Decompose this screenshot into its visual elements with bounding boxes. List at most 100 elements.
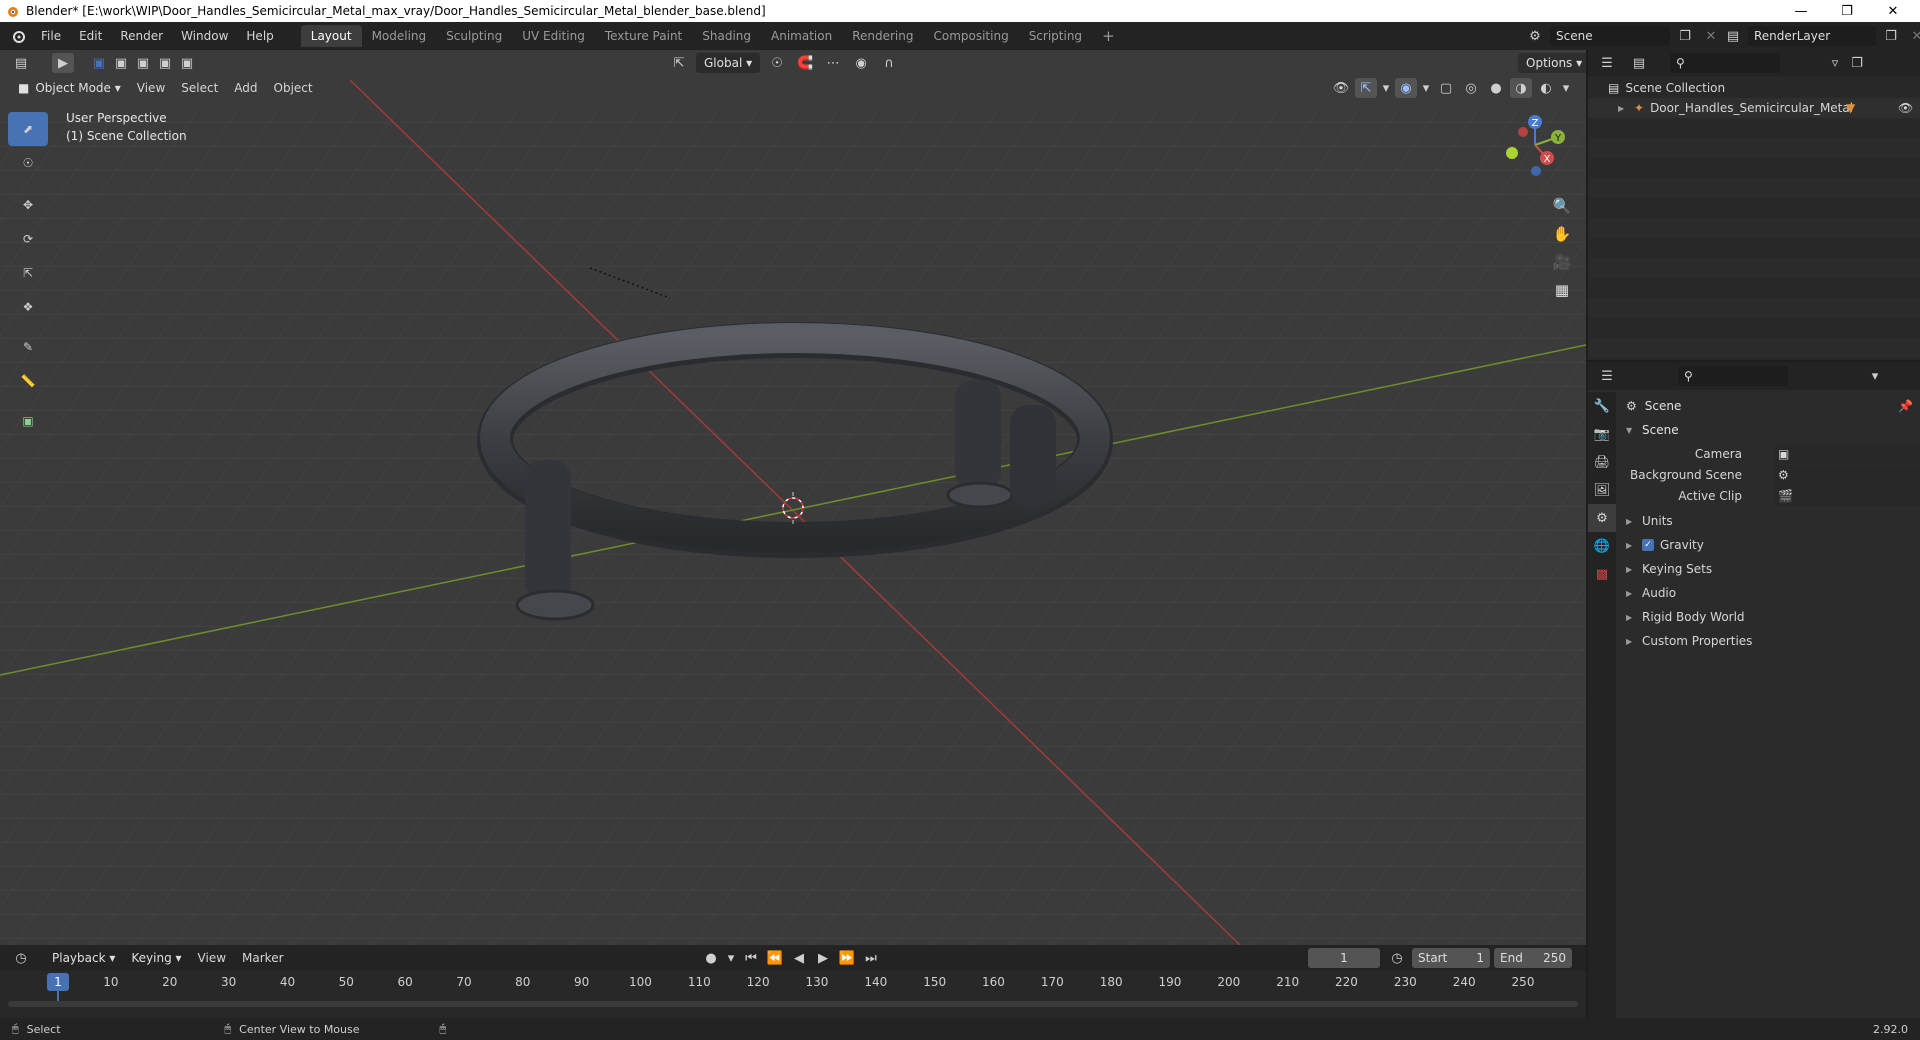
snap-icon[interactable]: 🧲 bbox=[794, 53, 816, 73]
menu-help[interactable]: Help bbox=[237, 29, 282, 43]
rigid-body-world-panel[interactable]: ▶ Rigid Body World bbox=[1616, 605, 1920, 629]
tab-modeling[interactable]: Modeling bbox=[362, 25, 437, 47]
gizmo-toggle-icon[interactable]: ⇱ bbox=[1355, 78, 1377, 98]
keying-menu[interactable]: Keying ▾ bbox=[123, 948, 189, 968]
menu-render[interactable]: Render bbox=[111, 29, 172, 43]
world-tab-icon[interactable]: 🌐 bbox=[1588, 532, 1616, 560]
timeline-editor-type-icon[interactable]: ◷ bbox=[10, 948, 32, 968]
pivot-point-icon[interactable]: ☉ bbox=[766, 53, 788, 73]
restore-button[interactable]: ❐ bbox=[1824, 0, 1870, 22]
viewport-menu-select[interactable]: Select bbox=[173, 81, 226, 95]
new-collection-icon[interactable]: ❐ bbox=[1846, 53, 1868, 73]
playback-menu[interactable]: Playback ▾ bbox=[44, 948, 123, 968]
add-cube-tool-icon[interactable]: ▣ bbox=[8, 404, 48, 438]
scene-name-field[interactable]: Scene bbox=[1550, 26, 1670, 46]
tool-tab-icon[interactable]: 🔧 bbox=[1588, 392, 1616, 420]
tab-shading[interactable]: Shading bbox=[692, 25, 761, 47]
scene-selector[interactable]: ⚙ Scene ❐ ✕ bbox=[1524, 26, 1722, 46]
shading-dropdown-icon[interactable]: ▾ bbox=[1560, 78, 1572, 98]
mode-dropdown[interactable]: ■ Object Mode ▾ bbox=[10, 78, 129, 98]
next-keyframe-icon[interactable]: ⏩ bbox=[836, 948, 858, 968]
outliner-filter-icon[interactable]: ▿ bbox=[1824, 53, 1846, 73]
record-icon[interactable]: ● bbox=[700, 948, 722, 968]
record-dropdown-icon[interactable]: ▾ bbox=[724, 948, 738, 968]
custom-properties-panel[interactable]: ▶ Custom Properties bbox=[1616, 629, 1920, 653]
expand-arrow-icon[interactable]: ▶ bbox=[1618, 104, 1628, 113]
timeline-ruler[interactable]: 1 10 20 30 40 50 60 70 80 90 100 110 120 130 140 150 160… bbox=[0, 971, 1586, 1018]
select-intersect-icon[interactable]: ▣ bbox=[176, 53, 198, 73]
select-tool-icon[interactable]: ▶ bbox=[52, 53, 74, 73]
gravity-checkbox[interactable]: ✓ bbox=[1642, 539, 1654, 551]
snap-target-icon[interactable]: ⋯ bbox=[822, 53, 844, 73]
outliner-search-input[interactable]: ⚲ bbox=[1670, 53, 1780, 73]
cursor-tool-icon[interactable]: ☉ bbox=[8, 146, 48, 180]
active-clip-field[interactable]: 🎬 bbox=[1774, 486, 1920, 506]
pan-hand-icon[interactable]: ✋ bbox=[1548, 220, 1576, 248]
tab-uv-editing[interactable]: UV Editing bbox=[512, 25, 595, 47]
rotate-tool-icon[interactable]: ⟳ bbox=[8, 222, 48, 256]
camera-field[interactable]: ▣✎ bbox=[1774, 444, 1920, 464]
audio-panel[interactable]: ▶ Audio bbox=[1616, 581, 1920, 605]
ortho-grid-icon[interactable]: ▦ bbox=[1548, 276, 1576, 304]
new-renderlayer-icon[interactable]: ❐ bbox=[1880, 26, 1902, 46]
xray-toggle-icon[interactable]: ▢ bbox=[1435, 78, 1457, 98]
jump-start-icon[interactable]: ⏮ bbox=[740, 948, 762, 968]
start-frame-field[interactable]: Start 1 bbox=[1412, 948, 1490, 968]
tab-animation[interactable]: Animation bbox=[761, 25, 842, 47]
camera-view-icon[interactable]: 🎥 bbox=[1548, 248, 1576, 276]
shading-solid-icon[interactable]: ● bbox=[1485, 78, 1507, 98]
move-tool-icon[interactable]: ✥ bbox=[8, 188, 48, 222]
tab-compositing[interactable]: Compositing bbox=[923, 25, 1018, 47]
viewport-menu-add[interactable]: Add bbox=[226, 81, 265, 95]
measure-tool-icon[interactable]: 📏 bbox=[8, 364, 48, 398]
render-tab-icon[interactable]: 📷 bbox=[1588, 420, 1616, 448]
menu-file[interactable]: File bbox=[32, 29, 70, 43]
properties-editor-type-icon[interactable]: ☰ bbox=[1596, 366, 1618, 386]
select-extend-icon[interactable]: ▣ bbox=[110, 53, 132, 73]
end-frame-field[interactable]: End 250 bbox=[1494, 948, 1572, 968]
delete-renderlayer-icon[interactable]: ✕ bbox=[1906, 26, 1920, 46]
shading-rendered-icon[interactable]: ◐ bbox=[1535, 78, 1557, 98]
transform-orientation-dropdown[interactable]: Global ▾ bbox=[696, 53, 761, 73]
proportional-falloff-icon[interactable]: ∩ bbox=[878, 53, 900, 73]
menu-edit[interactable]: Edit bbox=[70, 29, 111, 43]
current-frame-field[interactable]: 1 bbox=[1308, 948, 1380, 968]
gravity-panel[interactable]: ▶ ✓ Gravity bbox=[1616, 533, 1920, 557]
shading-wireframe-icon[interactable]: ◎ bbox=[1460, 78, 1482, 98]
tab-layout[interactable]: Layout bbox=[300, 25, 362, 47]
timeline-menu-view[interactable]: View bbox=[190, 951, 234, 965]
gizmo-dropdown-icon[interactable]: ▾ bbox=[1380, 78, 1392, 98]
keying-sets-panel[interactable]: ▶ Keying Sets bbox=[1616, 557, 1920, 581]
play-reverse-icon[interactable]: ◀ bbox=[788, 948, 810, 968]
3d-viewport[interactable]: ▤ ▶ ▣ ▣ ▣ ▣ ▣ ⇱ Global ▾ ☉ 🧲 ⋯ ◉ ∩ Optio… bbox=[0, 50, 1586, 945]
annotate-tool-icon[interactable]: ✎ bbox=[8, 330, 48, 364]
scene-panel-header[interactable]: ▼ Scene bbox=[1616, 418, 1920, 442]
select-subtract-icon[interactable]: ▣ bbox=[132, 53, 154, 73]
select-difference-icon[interactable]: ▣ bbox=[154, 53, 176, 73]
options-dropdown[interactable]: Options ▾ bbox=[1518, 53, 1586, 73]
timeline-scrollbar[interactable] bbox=[8, 1001, 1578, 1007]
delete-scene-icon[interactable]: ✕ bbox=[1700, 26, 1722, 46]
outliner-display-mode-icon[interactable]: ▤ bbox=[1628, 53, 1650, 73]
output-tab-icon[interactable]: 🖨 bbox=[1588, 448, 1616, 476]
prev-keyframe-icon[interactable]: ⏪ bbox=[764, 948, 786, 968]
clock-icon[interactable]: ◷ bbox=[1386, 948, 1408, 968]
renderlayer-selector[interactable]: ▤ RenderLayer ❐ ✕ bbox=[1722, 26, 1920, 46]
overlays-toggle-icon[interactable]: ◉ bbox=[1395, 78, 1417, 98]
add-workspace-icon[interactable]: + bbox=[1092, 23, 1125, 49]
viewport-menu-view[interactable]: View bbox=[129, 81, 173, 95]
properties-options-icon[interactable]: ▾ bbox=[1864, 366, 1886, 386]
scale-tool-icon[interactable]: ⇱ bbox=[8, 256, 48, 290]
play-icon[interactable]: ▶ bbox=[812, 948, 834, 968]
new-scene-icon[interactable]: ❐ bbox=[1674, 26, 1696, 46]
outliner-root-row[interactable]: ▤ Scene Collection bbox=[1588, 78, 1920, 98]
outliner-editor-type-icon[interactable]: ☰ bbox=[1596, 53, 1618, 73]
transform-tool-icon[interactable]: ❖ bbox=[8, 290, 48, 324]
viewport-menu-object[interactable]: Object bbox=[266, 81, 321, 95]
background-scene-field[interactable]: ⚙ bbox=[1774, 465, 1920, 485]
units-panel[interactable]: ▶ Units bbox=[1616, 509, 1920, 533]
zoom-icon[interactable]: 🔍 bbox=[1548, 192, 1576, 220]
proportional-edit-icon[interactable]: ◉ bbox=[850, 53, 872, 73]
scene-tab-icon[interactable]: ⚙ bbox=[1588, 504, 1616, 532]
visibility-eye-icon[interactable]: 👁 bbox=[1898, 101, 1913, 115]
